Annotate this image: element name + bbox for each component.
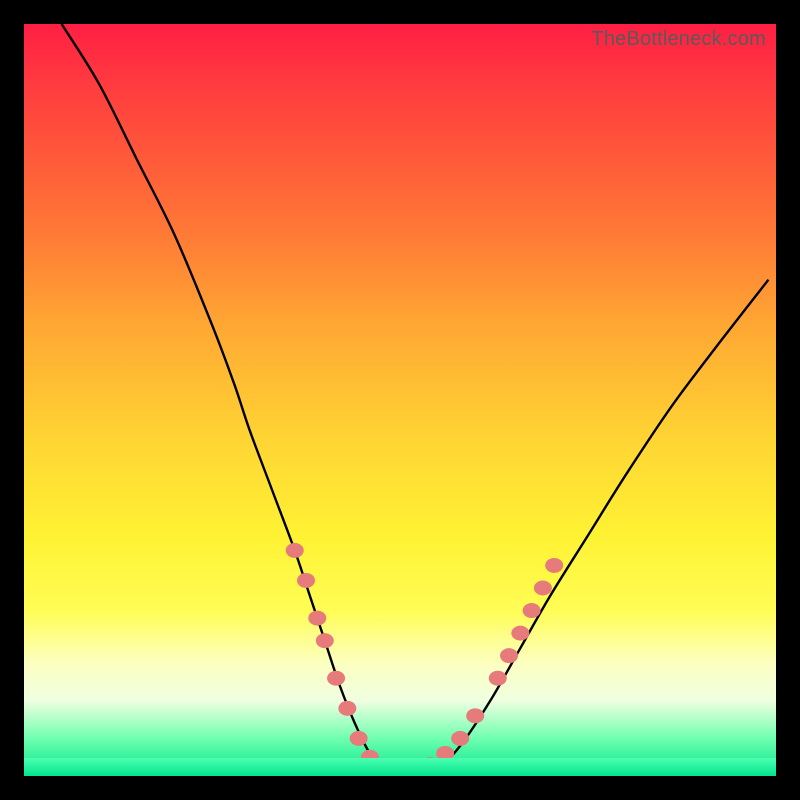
baseline-strip	[24, 758, 776, 776]
watermark-text: TheBottleneck.com	[591, 28, 766, 51]
curve-marker	[286, 543, 304, 558]
curve-marker	[327, 671, 345, 686]
curve-marker	[545, 558, 563, 573]
curve-marker	[500, 648, 518, 663]
bottleneck-chart	[24, 24, 776, 776]
curve-marker	[308, 611, 326, 626]
chart-area: TheBottleneck.com	[24, 24, 776, 776]
curve-marker	[489, 671, 507, 686]
curve-marker	[297, 573, 315, 588]
bottleneck-curve-line	[62, 24, 769, 776]
curve-marker	[316, 633, 334, 648]
curve-marker	[466, 708, 484, 723]
curve-markers	[286, 543, 563, 776]
curve-marker	[451, 731, 469, 746]
curve-marker	[534, 581, 552, 596]
curve-group	[62, 24, 769, 776]
curve-marker	[523, 603, 541, 618]
curve-marker	[511, 626, 529, 641]
curve-marker	[350, 731, 368, 746]
curve-marker	[338, 701, 356, 716]
